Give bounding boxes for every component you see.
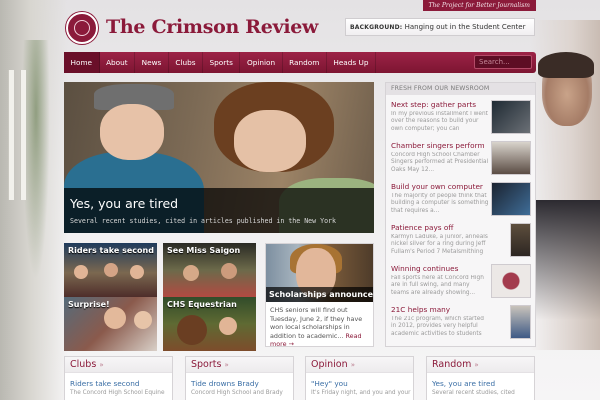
nav-about[interactable]: About [100, 52, 136, 73]
nav-clubs[interactable]: Clubs [169, 52, 204, 73]
background-photo-left [0, 0, 68, 400]
feature-label: Scholarships announced [266, 287, 373, 302]
newsroom-thumbnail[interactable] [491, 182, 531, 216]
hero-headline[interactable]: Yes, you are tired [70, 196, 368, 211]
section-arrow-icon: » [224, 361, 229, 369]
section-name[interactable]: Opinion [311, 359, 348, 370]
section-box-random: Random » Yes, you are tired Several rece… [426, 356, 535, 400]
newsroom-item-summary: Concord High School Chamber Singers perf… [391, 152, 489, 173]
newsroom-item-summary: The majority of people think that buildi… [391, 193, 489, 214]
tile-label: Surprise! [68, 300, 110, 309]
newsroom-thumbnail[interactable] [510, 305, 531, 339]
background-caption: BACKGROUND: Hanging out in the Student C… [345, 18, 535, 36]
newsroom-item-summary: In my previous installment I went over t… [391, 111, 488, 132]
search-input[interactable]: Search... [474, 55, 532, 69]
column-decoration [20, 70, 26, 200]
newsroom-item[interactable]: Build your own computer The majority of … [391, 182, 535, 222]
story-tile[interactable]: Surprise! [64, 297, 157, 351]
nav-sports[interactable]: Sports [203, 52, 241, 73]
feature-text: CHS seniors will find out Tuesday, June … [270, 306, 370, 349]
tile-figure [221, 263, 237, 279]
tile-figure [104, 263, 118, 277]
section-summary: Several recent studies, cited [432, 390, 515, 396]
site-title[interactable]: The Crimson Review [106, 16, 318, 38]
background-text: Hanging out in the Student Center [404, 23, 526, 31]
story-tile[interactable]: CHS Equestrian [163, 297, 256, 351]
newsroom-thumbnail[interactable] [510, 223, 531, 257]
section-name[interactable]: Clubs [70, 359, 96, 370]
feature-image[interactable]: Scholarships announced [266, 244, 373, 302]
section-heading[interactable]: Clubs » [65, 357, 172, 373]
nav-home[interactable]: Home [64, 52, 100, 73]
school-seal-logo[interactable] [66, 12, 98, 44]
tile-figure [74, 265, 88, 279]
nav-random[interactable]: Random [283, 52, 327, 73]
newsroom-item[interactable]: Patience pays off Karmyn Laduke, a junio… [391, 223, 535, 263]
section-headline[interactable]: "Hey" you [306, 373, 413, 388]
section-box-sports: Sports » Tide drowns Brady Concord High … [185, 356, 294, 400]
student-hair-decoration [538, 52, 594, 78]
background-label: BACKGROUND: [350, 24, 403, 31]
column-decoration [8, 70, 14, 200]
tile-label: CHS Equestrian [167, 300, 237, 309]
section-arrow-icon: » [474, 361, 479, 369]
section-name[interactable]: Random [432, 359, 471, 370]
section-headline[interactable]: Yes, you are tired [427, 373, 534, 388]
hero-figure [100, 104, 164, 160]
tile-label: Riders take second [68, 246, 154, 255]
hero-caption: Yes, you are tired Several recent studie… [64, 188, 374, 233]
tile-figure [219, 317, 237, 335]
newsroom-item[interactable]: Winning continues Fall sports here at Co… [391, 264, 535, 304]
tagline-link[interactable]: The Project for Better Journalism [422, 0, 536, 11]
newsroom-thumbnail[interactable] [491, 141, 531, 175]
main-nav: Home About News Clubs Sports Opinion Ran… [64, 52, 536, 73]
newsroom-item[interactable]: 21C helps many The 21c program, which st… [391, 305, 535, 345]
section-headline[interactable]: Tide drowns Brady [186, 373, 293, 388]
section-heading[interactable]: Sports » [186, 357, 293, 373]
section-summary: The Concord High School Equine [70, 390, 165, 396]
section-summary: It's Friday night, and you and your [311, 390, 411, 396]
tile-label: See Miss Saigon [167, 246, 241, 255]
feature-story: Scholarships announced CHS seniors will … [265, 243, 374, 349]
section-box-opinion: Opinion » "Hey" you It's Friday night, a… [305, 356, 414, 400]
newsroom-item[interactable]: Next step: gather parts In my previous i… [391, 100, 535, 140]
section-summary: Concord High School and Brady [191, 390, 283, 396]
tile-figure [130, 265, 144, 279]
section-box-clubs: Clubs » Riders take second The Concord H… [64, 356, 173, 400]
newsroom-heading: FRESH FROM OUR NEWSROOM [386, 83, 535, 95]
hero-dek: Several recent studies, cited in article… [70, 217, 336, 225]
newsroom-sidebar: FRESH FROM OUR NEWSROOM Next step: gathe… [385, 82, 536, 347]
section-heading[interactable]: Random » [427, 357, 534, 373]
story-tile[interactable]: See Miss Saigon [163, 243, 256, 297]
section-name[interactable]: Sports [191, 359, 221, 370]
tile-figure [134, 311, 152, 329]
nav-news[interactable]: News [135, 52, 169, 73]
tile-figure [183, 265, 199, 281]
tile-figure [177, 315, 207, 345]
section-heading[interactable]: Opinion » [306, 357, 413, 373]
nav-heads-up[interactable]: Heads Up [327, 52, 377, 73]
student-shirt-decoration [530, 200, 600, 320]
background-photo-right [530, 20, 600, 350]
hero-story[interactable]: Yes, you are tired Several recent studie… [64, 82, 374, 233]
newsroom-item-summary: The 21c program, which started in 2012, … [391, 316, 484, 337]
hero-figure [234, 110, 306, 172]
newsroom-thumbnail[interactable] [491, 100, 531, 134]
newsroom-thumbnail[interactable] [491, 264, 531, 298]
section-arrow-icon: » [350, 361, 355, 369]
section-headline[interactable]: Riders take second [65, 373, 172, 388]
ivy-decoration [22, 40, 50, 280]
nav-opinion[interactable]: Opinion [240, 52, 283, 73]
story-tile[interactable]: Riders take second [64, 243, 157, 297]
page-container: The Project for Better Journalism The Cr… [64, 0, 536, 400]
newsroom-item-summary: Fall sports here at Concord High are in … [391, 275, 484, 296]
section-arrow-icon: » [99, 361, 104, 369]
newsroom-item-summary: Karmyn Laduke, a junior, anneals nickel … [391, 234, 488, 255]
newsroom-item[interactable]: Chamber singers perform Concord High Sch… [391, 141, 535, 181]
